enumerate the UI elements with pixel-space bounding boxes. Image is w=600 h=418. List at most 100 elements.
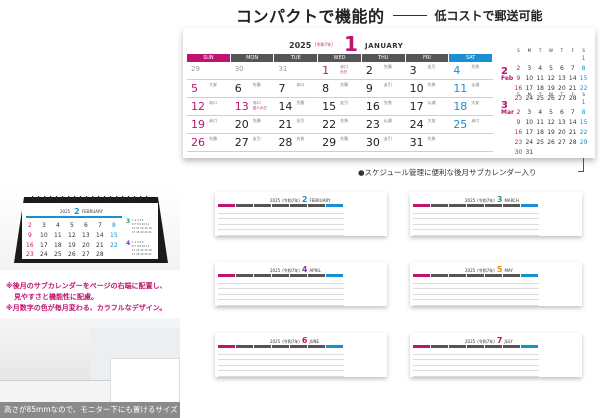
- note-1: ※後月のサブカレンダーをページの右端に配置し、: [6, 282, 167, 290]
- day-number: 11: [453, 82, 468, 95]
- mini-day: [535, 149, 546, 159]
- mini-day: 9: [516, 119, 521, 126]
- day-cell: 29: [187, 62, 230, 79]
- thumb-header: 2025 (令和7年) 3 MARCH: [465, 195, 519, 204]
- mini-mar-dow: SMTWTFS: [513, 92, 589, 97]
- day-number: 8: [322, 82, 330, 95]
- svg-text:27: 27: [82, 251, 90, 258]
- day-cell: 4 先負: [449, 62, 492, 79]
- mini-day: 4: [538, 65, 543, 72]
- day-cell: 24 大安: [406, 116, 449, 133]
- mini-day: 13: [558, 119, 566, 126]
- thumb-grid: [218, 208, 344, 236]
- thumb-year: 2025: [270, 268, 281, 273]
- thumb-weekday-bar: [413, 204, 539, 207]
- day-number: 14: [278, 100, 293, 113]
- mini-day: 26: [547, 139, 555, 146]
- month-thumbnail: 2025 (令和7年) 7 JULY: [410, 333, 582, 377]
- month-thumbnail: 2025 (令和7年) 2 FEBRUARY: [215, 192, 387, 236]
- day-number: 30: [365, 136, 380, 149]
- mini-day: 14: [568, 75, 577, 82]
- main-caption: ●スケジュール管理に便利な後月サブカレンダー入り: [358, 168, 537, 177]
- thumb-month-name: APRIL: [309, 268, 321, 273]
- thumb-month-number: 6: [301, 336, 308, 345]
- day-number: 19: [191, 118, 205, 131]
- day-cell: 9 友引: [362, 80, 405, 97]
- day-number: 22: [322, 118, 337, 131]
- mini-day: 10: [525, 75, 534, 82]
- thumb-weekday-bar: [218, 345, 344, 348]
- weekday-header-sat: SAT: [449, 54, 493, 62]
- day-number: 29: [322, 136, 337, 149]
- thumb-era: (令和7年): [477, 198, 495, 203]
- day-number: 29: [191, 65, 200, 73]
- svg-text:17 18 19 20 21: 17 18 19 20 21: [132, 252, 152, 256]
- weekday-header-thu: THU: [361, 54, 405, 62]
- thumb-weekday-bar: [413, 274, 539, 277]
- svg-text:12: 12: [68, 232, 76, 239]
- desk-calendar-image: 2025 2 FEBRUARY 2345678 9 10 11 12 13 14 15 16…: [14, 196, 168, 263]
- mini-day: 31: [525, 149, 534, 156]
- thumb-month-number: 7: [496, 336, 503, 345]
- mini-day: 13: [558, 75, 566, 82]
- svg-text:7: 7: [98, 222, 102, 229]
- rokuyo-label: 友引: [427, 64, 436, 69]
- day-number: 28: [278, 136, 293, 149]
- photo-cal-month-number: 2: [74, 207, 80, 216]
- rokuyo-label: 友引: [252, 136, 261, 141]
- mini-day: 30: [514, 149, 523, 156]
- week-rows: 29 30 31 1 赤口 元日 2 先勝 3 友引 4 先負 5 大安 6 先勝 7 赤口 8 先勝 9 友引 10 先負 1…: [187, 62, 493, 152]
- mini-day: 15: [579, 119, 588, 126]
- rokuyo-label: 大安: [427, 118, 436, 123]
- week-row: 29 30 31 1 赤口 元日 2 先勝 3 友引 4 先負: [187, 62, 493, 80]
- mini-day: [546, 55, 557, 65]
- mini-dow: T: [560, 92, 564, 97]
- mini-dow: S: [582, 48, 585, 53]
- mini-dow: T: [538, 92, 542, 97]
- mini-day: [513, 99, 524, 109]
- day-number: 9: [365, 82, 373, 95]
- rokuyo-label: 大安: [471, 100, 480, 105]
- caption-pointer-line: [578, 158, 584, 172]
- thumb-month-number: 5: [496, 265, 503, 274]
- day-cell: 6 先勝: [231, 80, 274, 97]
- svg-text:11: 11: [54, 232, 62, 239]
- day-cell: 30: [231, 62, 274, 79]
- thumb-header: 2025 (令和7年) 7 JULY: [465, 336, 513, 345]
- svg-text:19: 19: [68, 242, 76, 249]
- day-cell: 17 仏滅: [406, 98, 449, 115]
- day-cell: 10 先負: [406, 80, 449, 97]
- mini-day: 21: [568, 129, 577, 136]
- mini-day: 28: [568, 139, 577, 146]
- thumb-mini-calendars: [543, 266, 579, 302]
- svg-text:10: 10: [40, 232, 48, 239]
- day-number: 5: [191, 82, 198, 95]
- mini-day: 29: [579, 139, 588, 146]
- svg-text:1 2 3 4 5: 1 2 3 4 5: [132, 218, 144, 222]
- svg-text:21: 21: [96, 242, 104, 249]
- mini-day: 20: [558, 129, 566, 136]
- day-number: 7: [278, 82, 286, 95]
- day-number: 2: [365, 64, 373, 77]
- mini-row: 1: [513, 55, 589, 65]
- thumb-mini-calendars: [543, 337, 579, 373]
- mini-row: 9 10 11 12 13 14 15: [513, 119, 589, 129]
- day-cell: 30 友引: [362, 134, 405, 151]
- rokuyo-label: 先負: [340, 118, 349, 123]
- rokuyo-label: 先勝: [252, 118, 261, 123]
- rokuyo-label: 先負: [296, 136, 305, 141]
- thumb-month-name: FEBRUARY: [309, 198, 331, 203]
- mini-day: [546, 149, 557, 159]
- calendar-era: [令和7年]: [315, 42, 333, 47]
- mini-dow: F: [571, 48, 574, 53]
- rokuyo-label: 友引: [340, 100, 349, 105]
- weekday-header-fri: FRI: [405, 54, 449, 62]
- svg-text:23: 23: [26, 251, 34, 258]
- thumb-grid: [413, 278, 539, 306]
- mini-day: 8: [581, 109, 586, 116]
- thumb-month-number: 2: [301, 195, 308, 204]
- day-number: 4: [453, 64, 461, 77]
- mini-day: 9: [516, 75, 521, 82]
- mini-feb-dow: SMTWTFS: [513, 48, 589, 53]
- thumb-grid: [413, 349, 539, 377]
